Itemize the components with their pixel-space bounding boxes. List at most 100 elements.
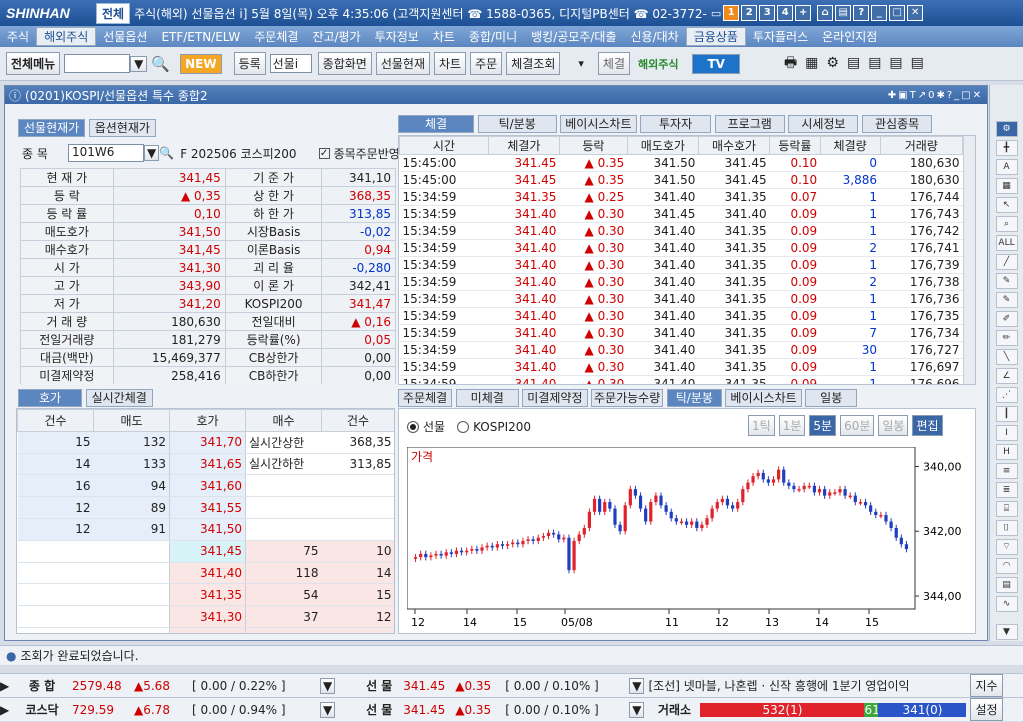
tab-all[interactable]: 전체: [96, 2, 131, 24]
chart-button[interactable]: 차트: [434, 52, 467, 75]
diagonal-line-icon[interactable]: ╲: [995, 349, 1018, 365]
tick-row[interactable]: 15:45:00 341.45 ▲ 0.35 341.50 341.45 0.10 3,88…: [399, 171, 963, 189]
menu-invest-info[interactable]: 투자정보: [368, 28, 426, 45]
futures-current-button[interactable]: 선물현재: [375, 52, 431, 75]
tab-options-current[interactable]: 옵션현재가: [88, 119, 156, 137]
futures-dropdown-2[interactable]: ▼: [629, 701, 645, 718]
tick-header[interactable]: 시간: [399, 136, 489, 155]
eraser-icon[interactable]: ✎: [995, 273, 1018, 289]
fib2-icon[interactable]: ≣: [995, 482, 1018, 498]
grid-icon[interactable]: ▤: [995, 577, 1018, 593]
all-menu-button[interactable]: 전체메뉴: [6, 52, 61, 75]
tab-basis-chart-2[interactable]: 베이시스차트: [725, 389, 802, 407]
period-1min[interactable]: 1분: [778, 415, 806, 436]
menu-chart[interactable]: 차트: [426, 28, 462, 45]
fan-icon[interactable]: ⌔: [995, 539, 1018, 555]
tick-scrollbar[interactable]: [963, 136, 975, 384]
screen-4-button[interactable]: 4: [777, 5, 794, 21]
angle-icon[interactable]: ∠: [995, 368, 1018, 384]
settings-gear-icon[interactable]: ⚙: [995, 121, 1018, 137]
orderbook-row[interactable]: 12 91 341,50: [17, 518, 394, 541]
tab-orderable-qty[interactable]: 주문가능수량: [591, 389, 664, 407]
tab-tick-minute[interactable]: 틱/분봉: [477, 115, 557, 133]
conclude-button[interactable]: 체결: [597, 52, 630, 75]
menu-stock[interactable]: 주식: [0, 28, 36, 45]
tick-row[interactable]: 15:34:59 341.40 ▲ 0.30 341.40 341.35 0.09 2 176…: [399, 239, 963, 257]
tick-row[interactable]: 15:34:59 341.35 ▲ 0.25 341.40 341.35 0.07 1 176…: [399, 188, 963, 206]
order-button[interactable]: 주문: [470, 52, 503, 75]
menu-etf[interactable]: ETF/ETN/ELW: [154, 30, 247, 44]
close-icon[interactable]: ✕: [907, 5, 924, 21]
tick-header[interactable]: 거래량: [879, 136, 964, 155]
menu-order[interactable]: 주문체결: [247, 28, 305, 45]
tick-header[interactable]: 체결가: [487, 136, 560, 155]
index-button[interactable]: 지수: [970, 674, 1003, 697]
arc-icon[interactable]: ◠: [995, 558, 1018, 574]
menu-futures-options[interactable]: 선물옵션: [96, 28, 154, 45]
tick-row[interactable]: 15:34:59 341.40 ▲ 0.30 341.45 341.40 0.09 1 176…: [399, 205, 963, 223]
dropdown-icon[interactable]: ▼: [130, 55, 148, 72]
tick-row[interactable]: 15:34:59 341.40 ▲ 0.30 341.40 341.35 0.09 1 176…: [399, 290, 963, 308]
menu-banking[interactable]: 뱅킹/공모주/대출: [524, 28, 623, 45]
tick-row[interactable]: 15:34:59 341.40 ▲ 0.30 341.40 341.35 0.09 1 176…: [399, 358, 963, 376]
orderbook-row[interactable]: 341,40 118 14: [17, 562, 394, 585]
ticker-2-scroll[interactable]: ▶: [0, 703, 12, 717]
toolbar-icons[interactable]: 🖶▦⚙▤▤▤▤: [784, 52, 932, 76]
menu-online-branch[interactable]: 온라인지점: [815, 28, 884, 45]
orderbook-row[interactable]: 14 133 341,65 실시간하한 313,85: [17, 453, 394, 476]
menu-invest-plus[interactable]: 투자플러스: [746, 28, 815, 45]
tick-row[interactable]: 15:34:59 341.40 ▲ 0.30 341.40 341.35 0.09 1 176…: [399, 307, 963, 325]
tv-button[interactable]: TV: [692, 53, 740, 74]
menu-balance[interactable]: 잔고/평가: [305, 28, 367, 45]
orderbook-row[interactable]: 341,2510719: [17, 627, 394, 633]
tab-investor[interactable]: 투자자: [640, 115, 712, 133]
vertical-line-icon[interactable]: ┃: [995, 406, 1018, 422]
code-dropdown-icon[interactable]: ▼: [144, 145, 160, 161]
tab-quote[interactable]: 호가: [18, 389, 83, 407]
tick-row[interactable]: 15:34:59 341.40 ▲ 0.30 341.40 341.35 0.09 7 176…: [399, 324, 963, 342]
tick-header[interactable]: 등락: [558, 136, 628, 155]
tab-basis-chart[interactable]: 베이시스차트: [560, 115, 637, 133]
add-screen-button[interactable]: +: [795, 5, 812, 21]
code-input[interactable]: 101W6: [68, 144, 144, 162]
news-ticker[interactable]: [조선] 넷마블, 나혼렙 · 신작 흥행에 1분기 영업이익: [648, 677, 966, 694]
tab-order-conclusion[interactable]: 주문체결: [398, 389, 453, 407]
kosdaq-dropdown[interactable]: ▼: [320, 701, 336, 718]
tab-tick-minute-chart[interactable]: 틱/분봉: [666, 389, 722, 407]
tick-header[interactable]: 매도호가: [626, 136, 699, 155]
maximize-icon[interactable]: □: [889, 5, 906, 21]
h-line-icon[interactable]: H: [995, 444, 1018, 460]
menu-finance[interactable]: 금융상품: [685, 27, 746, 46]
order-apply-checkbox[interactable]: ✓: [318, 147, 330, 159]
tab-market-info[interactable]: 시세정보: [788, 115, 859, 133]
tick-row[interactable]: 15:45:00 341.45 ▲ 0.35 341.50 341.45 0.10 0 180…: [399, 154, 963, 172]
search-icon[interactable]: 🔍: [151, 55, 170, 73]
zoom-icon[interactable]: ⌕: [995, 216, 1018, 232]
code-search-icon[interactable]: 🔍: [159, 146, 174, 160]
tick-header[interactable]: 매수호가: [697, 136, 771, 155]
all-icon[interactable]: ALL: [995, 235, 1018, 251]
futures-select[interactable]: 선물i: [269, 54, 312, 73]
composite-dropdown[interactable]: ▼: [320, 677, 336, 694]
period-1tick[interactable]: 1틱: [748, 415, 775, 436]
tab-futures-current[interactable]: 선물현재가: [18, 119, 86, 137]
tab-conclusion[interactable]: 체결: [398, 115, 475, 133]
tick-row[interactable]: 15:34:59 341.40 ▲ 0.30 341.40 341.35 0.09 1 176…: [399, 222, 963, 240]
edit-button[interactable]: 편집: [912, 415, 943, 436]
orderbook-row[interactable]: 341,30 37 12: [17, 605, 394, 628]
kospi200-radio[interactable]: [457, 420, 470, 433]
tick-row[interactable]: 15:34:59 341.40 ▲ 0.30 341.40 341.35 0.09 2 176…: [399, 273, 963, 291]
screen-1-button[interactable]: 1: [723, 5, 740, 21]
scroll-down-icon[interactable]: ▼: [995, 624, 1018, 640]
futures-dropdown-1[interactable]: ▼: [629, 677, 645, 694]
trend-icon[interactable]: ⋰: [995, 387, 1018, 403]
settings-button[interactable]: 설정: [970, 698, 1003, 721]
tab-watchlist[interactable]: 관심종목: [861, 115, 933, 133]
ticker-1-scroll[interactable]: ▶: [0, 679, 12, 693]
marker-icon[interactable]: ✐: [995, 311, 1018, 327]
brush-icon[interactable]: ✏: [995, 330, 1018, 346]
tab-unconcluded[interactable]: 미체결: [455, 389, 519, 407]
summary-screen-button[interactable]: 종합화면: [317, 52, 372, 75]
tab-open-interest[interactable]: 미결제약정: [522, 389, 588, 407]
screen-2-button[interactable]: 2: [741, 5, 758, 21]
